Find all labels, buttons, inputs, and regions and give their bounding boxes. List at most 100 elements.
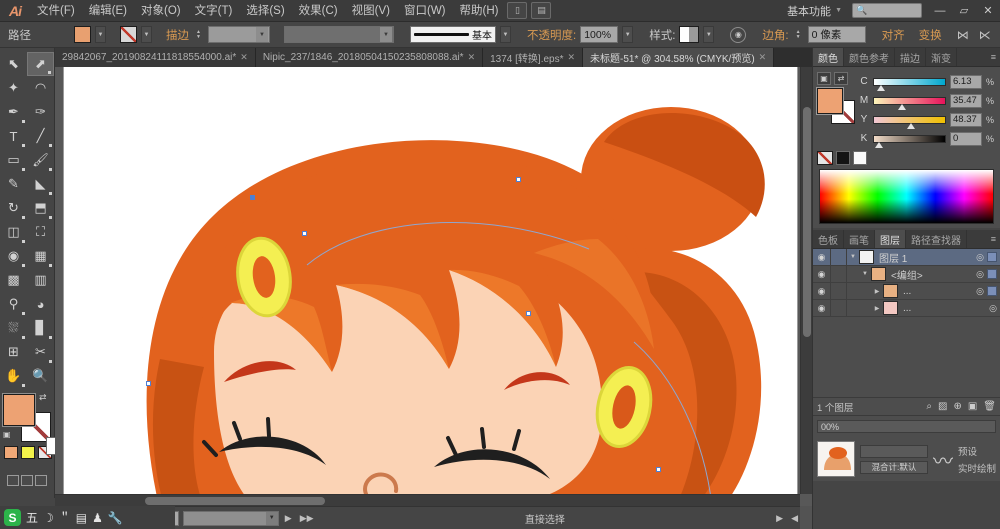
layer-expand-arrow-icon[interactable]: ▶ <box>871 288 883 295</box>
layer-name[interactable]: <编组> <box>886 267 973 282</box>
screen-mode-fullscreen-button[interactable] <box>35 475 47 486</box>
eraser-tool[interactable]: ◣ <box>27 172 54 196</box>
ime-moon-icon[interactable]: ☽ <box>43 511 54 525</box>
artboard-tool[interactable]: ⊞ <box>0 340 27 364</box>
channel-slider-m[interactable] <box>873 96 946 110</box>
layer-target-icon[interactable]: ◎ <box>973 286 987 297</box>
path-anchor-point[interactable] <box>516 177 521 182</box>
free-transform-tool[interactable]: ⛶ <box>27 220 54 244</box>
layer-visibility-icon[interactable]: ◉ <box>813 265 831 283</box>
close-button[interactable]: ✕ <box>976 0 1000 22</box>
lasso-tool[interactable]: ◠ <box>27 76 54 100</box>
horizontal-scrollbar-thumb[interactable] <box>145 497 325 505</box>
panel-menu-icon[interactable]: ≡ <box>987 48 1000 66</box>
paintbrush-tool[interactable]: 🖌 <box>27 148 54 172</box>
layer-lock-cell[interactable] <box>831 248 847 266</box>
layer-visibility-icon[interactable]: ◉ <box>813 282 831 300</box>
menu-item-file[interactable]: 文件(F) <box>30 0 82 22</box>
appearance-zoom-field[interactable]: 00% <box>817 420 996 433</box>
isolate-selected-object-icon[interactable]: ◉ <box>730 26 747 43</box>
column-graph-tool[interactable]: ▊ <box>27 316 54 340</box>
width-tool[interactable]: ◫ <box>0 220 27 244</box>
appearance-preset-link[interactable]: 预设 <box>958 444 996 458</box>
maximize-button[interactable]: ▱ <box>952 0 976 22</box>
black-swatch[interactable] <box>836 151 850 165</box>
minimize-button[interactable]: — <box>928 0 952 22</box>
status-collapse-icon[interactable]: ◀ <box>789 513 800 524</box>
path-anchor-point[interactable] <box>656 467 661 472</box>
channel-slider-k[interactable] <box>873 134 946 148</box>
channel-slider-y[interactable] <box>873 115 946 129</box>
opacity-dropdown-caret-icon[interactable]: ▼ <box>622 26 634 43</box>
stroke-dropdown-caret-icon[interactable]: ▼ <box>141 26 152 43</box>
arrange-documents-icon[interactable]: ▯ <box>507 2 528 19</box>
type-tool[interactable]: T <box>0 124 27 148</box>
layer-visibility-icon[interactable]: ◉ <box>813 248 831 266</box>
gradient-fill-mode-button[interactable] <box>21 446 35 459</box>
artboard[interactable] <box>63 67 798 506</box>
screen-mode-normal-button[interactable] <box>7 475 19 486</box>
layer-row[interactable]: ◉ ▶ ... ◎ <box>813 282 1000 300</box>
shape-builder-tool[interactable]: ◉ <box>0 244 27 268</box>
default-fill-stroke-icon[interactable]: ▣ <box>3 430 11 439</box>
white-swatch[interactable] <box>853 151 867 165</box>
style-dropdown-caret-icon[interactable]: ▼ <box>703 26 715 43</box>
locate-object-button[interactable]: ⌕ <box>926 401 932 412</box>
sogou-ime-logo-icon[interactable]: S <box>4 509 21 526</box>
vertical-scrollbar-thumb[interactable] <box>803 107 811 337</box>
eyedropper-tool[interactable]: ⚲ <box>0 292 27 316</box>
transform-button[interactable]: 变换 <box>919 27 942 43</box>
tab-color-guide[interactable]: 颜色参考 <box>844 48 895 66</box>
layer-row[interactable]: ◉ ▼ 图层 1 ◎ <box>813 248 1000 266</box>
ime-mode-label[interactable]: 五 <box>26 509 38 526</box>
status-expand-icon[interactable]: ▶ <box>774 513 785 524</box>
stroke-weight-combo[interactable]: ▼ <box>208 26 270 43</box>
tab-layers[interactable]: 图层 <box>875 230 906 248</box>
appearance-opacity-field[interactable] <box>860 444 928 458</box>
document-tab[interactable]: 29842067_20190824111818554000.ai* ✕ <box>55 48 256 67</box>
menu-item-object[interactable]: 对象(O) <box>134 0 188 22</box>
layer-name[interactable]: ... <box>898 303 986 314</box>
channel-value-y[interactable]: 48.37 <box>950 112 982 127</box>
gradient-tool[interactable]: ▥ <box>27 268 54 292</box>
search-input[interactable]: 🔍 <box>852 3 922 18</box>
tab-stroke[interactable]: 描边 <box>895 48 926 66</box>
panel-menu-icon[interactable]: ≡ <box>987 230 1000 248</box>
layer-lock-cell[interactable] <box>831 282 847 300</box>
more-options-icon[interactable]: ⋉ <box>976 28 994 42</box>
fill-swatch-large[interactable] <box>3 394 35 426</box>
selection-tool[interactable]: ⬉ <box>0 52 27 76</box>
layer-expand-arrow-icon[interactable]: ▼ <box>859 271 871 277</box>
delete-layer-button[interactable]: 🗑 <box>983 401 996 412</box>
pen-tool[interactable]: ✒ <box>0 100 27 124</box>
corner-stepper[interactable]: ▲ ▼ <box>793 26 804 43</box>
layer-row[interactable]: ◉ ▼ <编组> ◎ <box>813 265 1000 283</box>
symbol-sprayer-tool[interactable]: ⛆ <box>0 316 27 340</box>
layer-target-icon[interactable]: ◎ <box>986 303 1000 314</box>
menu-item-select[interactable]: 选择(S) <box>239 0 291 22</box>
scale-tool[interactable]: ⬒ <box>27 196 54 220</box>
tab-swatches[interactable]: 色板 <box>813 230 844 248</box>
stroke-color-swatch[interactable] <box>120 26 137 43</box>
close-icon[interactable]: ✕ <box>567 52 575 63</box>
canvas-horizontal-scrollbar[interactable] <box>55 494 800 506</box>
tab-color[interactable]: 颜色 <box>813 48 844 66</box>
color-fill-mode-button[interactable] <box>4 446 18 459</box>
fill-dropdown-caret-icon[interactable]: ▼ <box>95 26 106 43</box>
channel-value-c[interactable]: 6.13 <box>950 74 982 89</box>
ime-punct-icon[interactable]: ＂ <box>59 509 71 526</box>
magic-wand-tool[interactable]: ✦ <box>0 76 27 100</box>
hand-tool[interactable]: ✋ <box>0 364 27 388</box>
close-icon[interactable]: ✕ <box>759 52 767 63</box>
blend-tool[interactable]: ◕ <box>27 292 54 316</box>
align-button[interactable]: 对齐 <box>882 27 905 43</box>
document-tab[interactable]: Nipic_237/1846_20180504150235808088.ai* … <box>255 48 484 67</box>
ime-tools-icon[interactable]: 🔧 <box>108 511 123 525</box>
layer-target-icon[interactable]: ◎ <box>973 252 987 263</box>
rectangle-tool[interactable]: ▭ <box>0 148 27 172</box>
group-objects-icon[interactable]: ⋈ <box>954 28 972 42</box>
swap-fill-stroke-icon[interactable]: ⇄ <box>39 392 47 403</box>
workspace-switcher[interactable]: 基本功能 ▼ <box>783 3 846 19</box>
make-clipping-mask-button[interactable]: ▨ <box>938 401 947 412</box>
artboard-navigation-combo[interactable]: ▼ <box>182 510 279 526</box>
